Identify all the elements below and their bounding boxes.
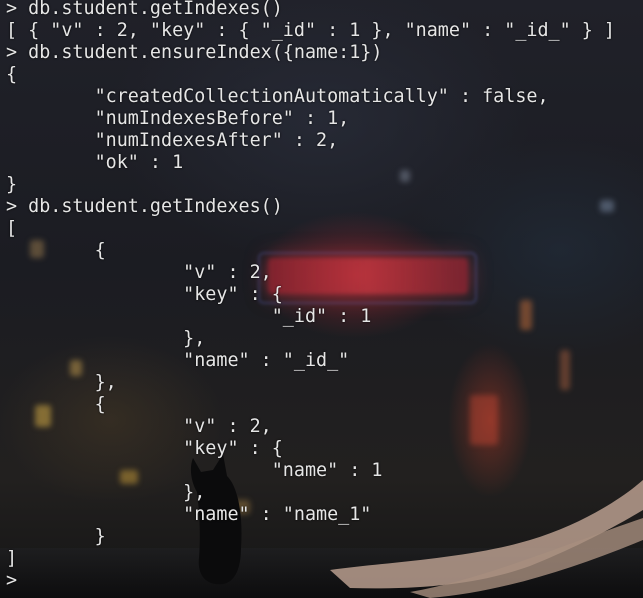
terminal-line: "numIndexesAfter" : 2, — [6, 130, 339, 151]
terminal-line: "name" : 1 — [6, 460, 383, 481]
terminal-line: "key" : { — [6, 438, 283, 459]
terminal-line: "ok" : 1 — [6, 152, 184, 173]
terminal-line: { — [6, 240, 106, 261]
terminal-line: ] — [6, 548, 18, 569]
terminal-input-prompt[interactable]: > — [6, 570, 17, 592]
terminal-line: "v" : 2, — [6, 416, 272, 437]
terminal-line: "_id" : 1 — [6, 306, 372, 327]
terminal-line: > db.student.ensureIndex({name:1}) — [6, 42, 383, 63]
terminal-line: "numIndexesBefore" : 1, — [6, 108, 350, 129]
terminal-line: { — [6, 394, 106, 415]
terminal-line: "key" : { — [6, 284, 283, 305]
terminal-line: "name" : "_id_" — [6, 350, 350, 371]
terminal-line: }, — [6, 482, 206, 503]
terminal-line: }, — [6, 372, 117, 393]
terminal-line: "v" : 2, — [6, 262, 272, 283]
terminal-line: } — [6, 174, 18, 195]
terminal-line: }, — [6, 328, 206, 349]
terminal-line: "name" : "name_1" — [6, 504, 372, 525]
terminal-line: > db.student.getIndexes() — [6, 196, 283, 217]
terminal-line: > db.student.getIndexes() — [6, 0, 283, 19]
terminal-output[interactable]: > db.student.getIndexes() [ { "v" : 2, "… — [0, 0, 643, 598]
terminal-line: { — [6, 64, 18, 85]
terminal-line: [ — [6, 218, 18, 239]
terminal-line: [ { "v" : 2, "key" : { "_id" : 1 }, "nam… — [6, 20, 615, 41]
terminal-line: } — [6, 526, 106, 547]
terminal-line: "createdCollectionAutomatically" : false… — [6, 86, 549, 107]
